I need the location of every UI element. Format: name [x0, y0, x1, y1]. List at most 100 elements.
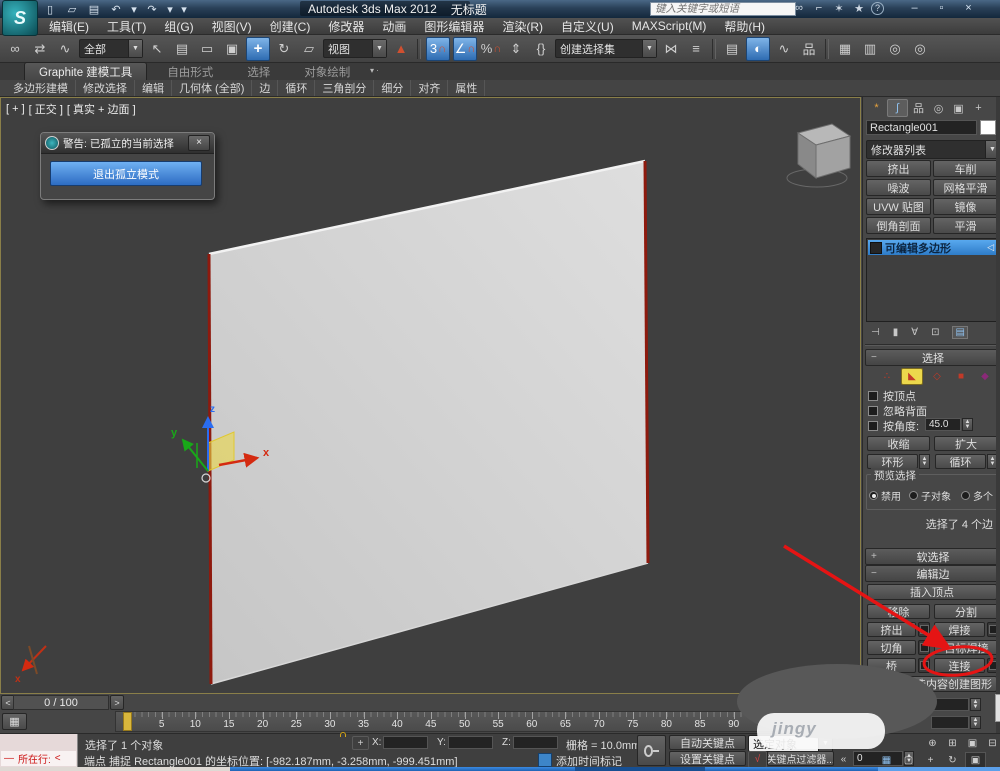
- communication-center-icon[interactable]: ✶: [831, 2, 847, 15]
- undo-icon[interactable]: ↶: [108, 3, 124, 16]
- loop-button[interactable]: 循环: [935, 454, 986, 469]
- set-key-button[interactable]: 设置关键点: [669, 751, 746, 766]
- ribbon-tab[interactable]: 选择: [233, 63, 284, 81]
- polygon-subobject-icon[interactable]: ■: [951, 369, 971, 384]
- render-setup-icon[interactable]: ▦: [834, 38, 856, 60]
- display-tab-icon[interactable]: ▣: [949, 100, 968, 116]
- modify-tab-icon[interactable]: ∫: [887, 99, 908, 117]
- quick-access-customize-icon[interactable]: ▾: [180, 3, 188, 16]
- select-and-move-icon[interactable]: +: [246, 37, 270, 61]
- preview-multi-radio[interactable]: [961, 491, 970, 500]
- ribbon-minimize-icon[interactable]: ▾ ·: [370, 66, 379, 75]
- mirror-icon[interactable]: ⋈: [660, 38, 682, 60]
- listener-line[interactable]: — 所在行: <: [1, 751, 76, 766]
- ribbon-panel-tab[interactable]: 对齐: [411, 80, 448, 96]
- search-icon[interactable]: ∞: [791, 2, 807, 14]
- angle-snap-icon[interactable]: ∠∩: [453, 37, 477, 61]
- ribbon-panel-tab[interactable]: 循环: [278, 80, 315, 96]
- split-button[interactable]: 分割: [934, 604, 998, 619]
- ribbon-panel-tab[interactable]: 属性: [448, 80, 485, 96]
- edit-named-selection-sets-icon[interactable]: {}: [530, 38, 552, 60]
- ribbon-tab[interactable]: Graphite 建模工具: [24, 62, 147, 81]
- ribbon-panel-tab[interactable]: 几何体 (全部): [172, 80, 252, 96]
- lock-stack-icon[interactable]: ▮: [893, 327, 899, 338]
- render-iterative-icon[interactable]: ◎: [909, 38, 931, 60]
- weld-button[interactable]: 焊接: [934, 622, 985, 637]
- orbit-icon[interactable]: ↻: [943, 753, 962, 767]
- preview-subobject-radio[interactable]: [909, 491, 918, 500]
- open-mini-curve-editor-icon[interactable]: ▦: [2, 713, 27, 730]
- bridge-settings-icon[interactable]: [918, 658, 930, 673]
- edit-edges-spinner-1[interactable]: ▲▼: [970, 698, 981, 711]
- bind-to-space-warp-icon[interactable]: ∿: [54, 38, 76, 60]
- rendered-frame-window-icon[interactable]: ▥: [859, 38, 881, 60]
- modifier-list-dropdown[interactable]: 修改器列表 ▼: [866, 140, 1000, 159]
- show-end-result-icon[interactable]: ∀: [911, 327, 918, 338]
- window-maximize-icon[interactable]: ▫: [935, 2, 948, 14]
- undo-dropdown-icon[interactable]: ▾: [130, 3, 138, 16]
- ribbon-panel-tab[interactable]: 三角剖分: [315, 80, 374, 96]
- chamfer-settings-icon[interactable]: [918, 640, 930, 655]
- object-name-field[interactable]: Rectangle001: [866, 120, 977, 135]
- favorites-star-icon[interactable]: ★: [851, 2, 867, 15]
- border-subobject-icon[interactable]: ◇: [927, 369, 947, 384]
- zoom-region-icon[interactable]: ▦: [877, 753, 896, 767]
- ring-spinner[interactable]: ▲▼: [919, 454, 930, 469]
- exit-isolation-mode-button[interactable]: 退出孤立模式: [50, 161, 202, 186]
- panel-scrollbar-thumb[interactable]: [995, 694, 1000, 722]
- modifier-button[interactable]: 平滑: [933, 217, 998, 234]
- selection-filter-dropdown[interactable]: 全部 ▼: [79, 39, 143, 58]
- menu-item[interactable]: 自定义(U): [552, 18, 623, 35]
- menu-item[interactable]: 帮助(H): [715, 18, 774, 35]
- field-of-view-icon[interactable]: ▢: [899, 753, 918, 767]
- zoom-extents-all-icon[interactable]: ⊟: [983, 736, 1000, 750]
- material-editor-icon[interactable]: ◐: [746, 37, 770, 61]
- redo-icon[interactable]: ↷: [144, 3, 160, 16]
- insert-vertex-button[interactable]: 插入顶点: [867, 584, 997, 600]
- make-unique-icon[interactable]: ⊡: [931, 327, 939, 338]
- named-selection-sets-dropdown[interactable]: 创建选择集 ▼: [555, 39, 657, 58]
- select-object-icon[interactable]: ↖: [146, 38, 168, 60]
- z-coord-field[interactable]: [513, 736, 558, 749]
- set-keys-button[interactable]: [637, 735, 666, 766]
- edit-edges-spinner-2[interactable]: ▲▼: [970, 716, 981, 729]
- select-and-rotate-icon[interactable]: ↻: [273, 38, 295, 60]
- panel-scrollbar[interactable]: [996, 97, 1000, 733]
- menu-item[interactable]: 视图(V): [203, 18, 261, 35]
- open-file-icon[interactable]: ▱: [64, 3, 80, 16]
- redo-dropdown-icon[interactable]: ▾: [166, 3, 174, 16]
- modifier-button[interactable]: 挤出: [866, 160, 931, 177]
- ribbon-panel-tab[interactable]: 编辑: [135, 80, 172, 96]
- select-and-link-icon[interactable]: ∞: [4, 38, 26, 60]
- ribbon-tab[interactable]: 自由形式: [153, 63, 227, 81]
- align-icon[interactable]: ≡: [685, 38, 707, 60]
- modifier-button[interactable]: 倒角剖面: [866, 217, 931, 234]
- render-production-icon[interactable]: ◎: [884, 38, 906, 60]
- element-subobject-icon[interactable]: ◆: [975, 369, 995, 384]
- zoom-icon[interactable]: ⊕: [923, 736, 942, 750]
- select-and-scale-icon[interactable]: ▱: [298, 38, 320, 60]
- modifier-button[interactable]: 噪波: [866, 179, 931, 196]
- pin-stack-icon[interactable]: ⊣: [871, 327, 880, 338]
- use-pivot-center-icon[interactable]: ▲: [390, 38, 412, 60]
- shrink-button[interactable]: 收缩: [867, 436, 930, 451]
- modifier-stack[interactable]: 可编辑多边形 ◁: [866, 238, 998, 322]
- modifier-button[interactable]: 车削: [933, 160, 998, 177]
- menu-item[interactable]: 创建(C): [261, 18, 320, 35]
- connect-button[interactable]: 连接: [934, 658, 985, 673]
- vertex-subobject-icon[interactable]: ∴: [877, 369, 897, 384]
- menu-item[interactable]: 修改器: [319, 18, 373, 35]
- spinner-snap-icon[interactable]: ⇕: [505, 38, 527, 60]
- zoom-extents-icon[interactable]: ▣: [963, 736, 982, 750]
- new-file-icon[interactable]: ▯: [42, 3, 58, 16]
- next-frame-button[interactable]: >: [110, 695, 124, 710]
- layer-manager-icon[interactable]: ▤: [721, 38, 743, 60]
- viewport-shading-label[interactable]: [ 真实 + 边面 ]: [67, 101, 136, 117]
- menu-item[interactable]: 图形编辑器: [415, 18, 493, 35]
- object-color-swatch[interactable]: [980, 120, 996, 135]
- y-coord-field[interactable]: [448, 736, 493, 749]
- motion-tab-icon[interactable]: ◎: [929, 100, 948, 116]
- ribbon-panel-tab[interactable]: 边: [252, 80, 278, 96]
- key-mode-toggle-icon[interactable]: √: [748, 751, 767, 768]
- extrude-settings-icon[interactable]: [918, 622, 930, 637]
